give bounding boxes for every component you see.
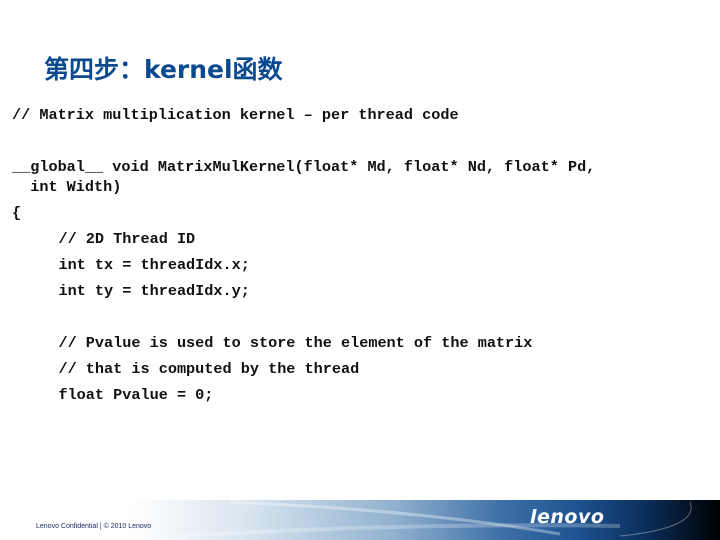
code-tx-line: int tx = threadIdx.x;	[22, 256, 250, 274]
slide-title: 第四步：kernel函数	[44, 55, 283, 84]
footer-confidential: Lenovo Confidential | © 2010 Lenovo	[36, 523, 152, 530]
code-comment-computed: // that is computed by the thread	[22, 360, 360, 378]
code-ty-line: int ty = threadIdx.y;	[22, 282, 250, 300]
code-kernel-signature-cont: int Width)	[12, 178, 122, 196]
code-comment-thread-id: // 2D Thread ID	[22, 230, 196, 248]
code-open-brace: {	[12, 204, 22, 222]
code-comment-pvalue: // Pvalue is used to store the element o…	[22, 334, 533, 352]
lenovo-logo: lenovo	[530, 506, 605, 528]
footer-swoosh	[119, 500, 692, 540]
code-pvalue-init: float Pvalue = 0;	[22, 386, 214, 404]
footer-band	[0, 500, 720, 540]
code-comment-header: // Matrix multiplication kernel – per th…	[12, 106, 459, 124]
code-kernel-signature: __global__ void MatrixMulKernel(float* M…	[12, 158, 596, 176]
